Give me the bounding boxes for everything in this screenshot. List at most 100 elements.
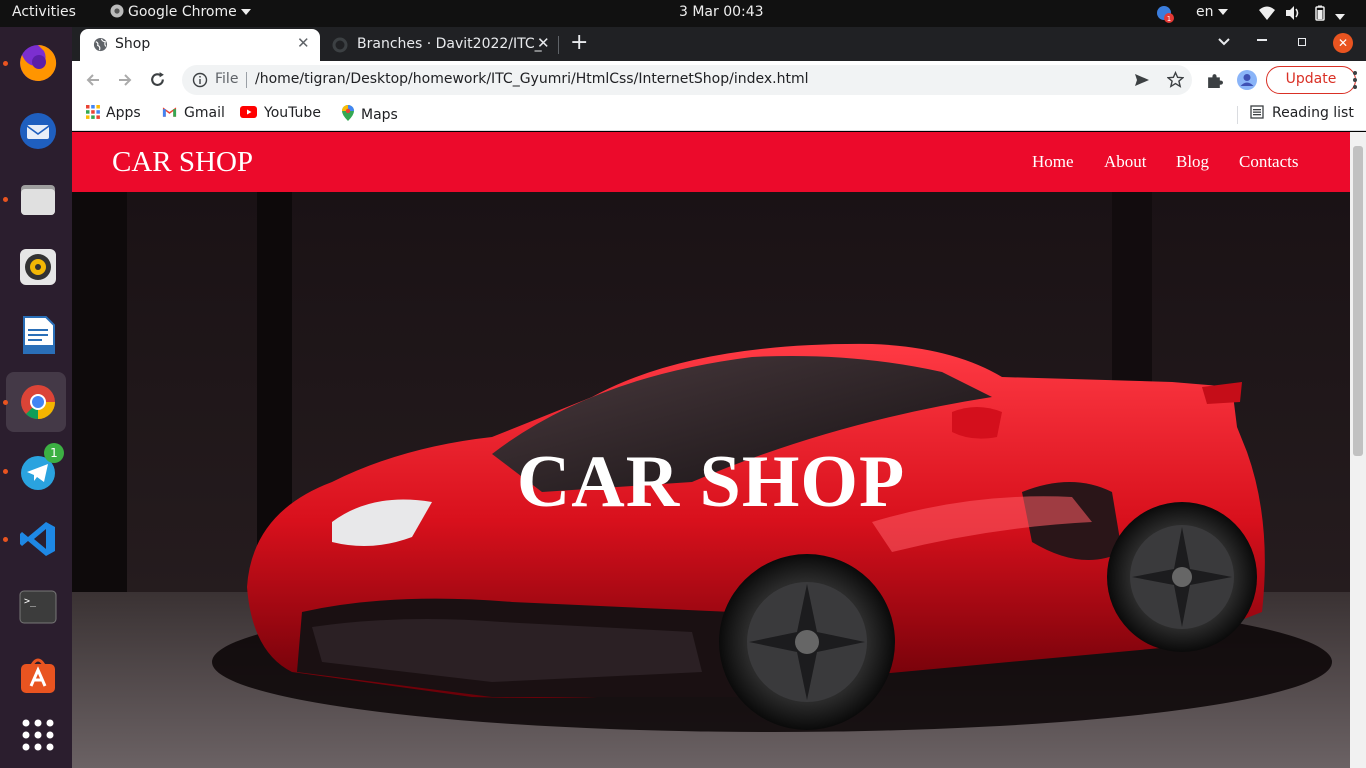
dock-item-show-apps[interactable] bbox=[6, 705, 66, 765]
nav-link-contacts[interactable]: Contacts bbox=[1239, 152, 1299, 172]
close-icon[interactable]: ✕ bbox=[297, 34, 310, 52]
close-window-button[interactable]: ✕ bbox=[1333, 33, 1353, 53]
firefox-icon bbox=[20, 44, 57, 81]
profile-avatar-icon[interactable] bbox=[1236, 69, 1258, 91]
chevron-down-icon bbox=[1335, 14, 1346, 20]
nav-link-blog[interactable]: Blog bbox=[1176, 152, 1209, 172]
dock-item-chrome[interactable] bbox=[3, 372, 66, 432]
tab-search-button[interactable] bbox=[1217, 33, 1231, 52]
dock-item-telegram[interactable]: 1 bbox=[3, 441, 66, 501]
extensions-puzzle-icon[interactable] bbox=[1206, 72, 1223, 89]
vscode-icon bbox=[20, 522, 55, 556]
reading-list-label: Reading list bbox=[1272, 105, 1354, 121]
dock-item-firefox[interactable] bbox=[3, 33, 66, 93]
bookmark-maps[interactable]: Maps bbox=[342, 105, 398, 123]
system-status-menu[interactable] bbox=[1258, 5, 1346, 25]
clock[interactable]: 3 Mar 00:43 bbox=[679, 4, 764, 20]
running-indicator bbox=[3, 469, 8, 474]
bookmark-gmail[interactable]: Gmail bbox=[162, 105, 225, 121]
dock-item-files[interactable] bbox=[3, 169, 66, 229]
running-indicator bbox=[3, 197, 8, 202]
chevron-down-icon bbox=[240, 9, 251, 15]
page-scrollbar[interactable] bbox=[1350, 132, 1366, 768]
new-tab-button[interactable]: + bbox=[570, 30, 588, 55]
tab-branches[interactable]: Branches · Davit2022/ITC_ ✕ bbox=[322, 29, 558, 61]
github-icon bbox=[332, 37, 348, 53]
site-navbar: CAR SHOP Home About Blog Contacts bbox=[72, 132, 1350, 192]
tab-label: Branches · Davit2022/ITC_ bbox=[357, 36, 542, 52]
maps-icon bbox=[342, 105, 354, 121]
nav-link-home[interactable]: Home bbox=[1032, 152, 1074, 172]
info-icon[interactable] bbox=[192, 72, 208, 88]
hero-section: CAR SHOP bbox=[72, 192, 1350, 768]
running-indicator bbox=[3, 61, 8, 66]
url-text[interactable]: /home/tigran/Desktop/homework/ITC_Gyumri… bbox=[255, 71, 808, 87]
reading-list-icon bbox=[1250, 105, 1264, 119]
nav-link-about[interactable]: About bbox=[1104, 152, 1147, 172]
site-brand[interactable]: CAR SHOP bbox=[112, 146, 253, 179]
gmail-icon bbox=[162, 107, 177, 117]
activities-button[interactable]: Activities bbox=[12, 4, 76, 20]
hero-title: CAR SHOP bbox=[516, 441, 906, 523]
scrollbar-thumb[interactable] bbox=[1353, 146, 1363, 456]
youtube-icon bbox=[240, 106, 257, 118]
dock-item-writer[interactable] bbox=[6, 305, 66, 365]
rhythmbox-icon bbox=[20, 249, 56, 285]
bookmarks-separator bbox=[1237, 106, 1238, 124]
send-icon[interactable] bbox=[1134, 73, 1150, 87]
wifi-icon bbox=[1259, 6, 1275, 20]
svg-text:>_: >_ bbox=[24, 596, 37, 607]
back-arrow-icon[interactable] bbox=[85, 72, 101, 88]
tab-separator bbox=[558, 36, 559, 54]
dock-item-vscode[interactable] bbox=[3, 509, 66, 569]
software-center-icon bbox=[21, 658, 55, 693]
terminal-icon: >_ bbox=[19, 590, 57, 624]
show-apps-icon bbox=[22, 719, 54, 751]
running-indicator bbox=[3, 537, 8, 542]
notification-indicator[interactable]: 1 bbox=[1156, 5, 1174, 27]
restore-button[interactable] bbox=[1298, 38, 1306, 46]
notification-count: 1 bbox=[1167, 15, 1171, 23]
reading-list-button[interactable]: Reading list bbox=[1250, 105, 1354, 121]
app-name: Google Chrome bbox=[128, 4, 237, 20]
battery-icon bbox=[1315, 5, 1325, 21]
dock-item-terminal[interactable]: >_ bbox=[6, 577, 66, 637]
bookmark-label: YouTube bbox=[264, 105, 321, 121]
bookmark-apps[interactable]: Apps bbox=[86, 105, 141, 121]
bookmark-label: Gmail bbox=[184, 105, 225, 121]
minimize-button[interactable] bbox=[1257, 39, 1267, 41]
app-menu[interactable]: Google Chrome bbox=[110, 4, 251, 20]
bookmarks-bar: Apps Gmail YouTube Maps Reading list bbox=[72, 99, 1366, 131]
thunderbird-icon bbox=[20, 113, 56, 149]
reload-icon[interactable] bbox=[149, 71, 166, 88]
update-button[interactable]: Update bbox=[1266, 66, 1356, 94]
dock-item-rhythmbox[interactable] bbox=[6, 237, 66, 297]
tab-shop[interactable]: Shop ✕ bbox=[80, 29, 320, 61]
web-page: CAR SHOP Home About Blog Contacts CAR SH… bbox=[72, 132, 1350, 768]
chrome-icon bbox=[21, 385, 55, 419]
volume-icon bbox=[1286, 6, 1299, 20]
tab-strip: Shop ✕ Branches · Davit2022/ITC_ ✕ + ✕ bbox=[72, 27, 1366, 61]
system-top-bar: Activities Google Chrome 3 Mar 00:43 1 e… bbox=[0, 0, 1366, 27]
running-indicator bbox=[3, 400, 8, 405]
language-label: en bbox=[1196, 4, 1214, 20]
libreoffice-writer-icon bbox=[23, 316, 55, 354]
bookmark-youtube[interactable]: YouTube bbox=[240, 105, 321, 121]
url-separator bbox=[246, 72, 247, 88]
bookmark-label: Maps bbox=[361, 107, 398, 123]
chrome-small-icon bbox=[110, 4, 124, 18]
dock: 1 >_ bbox=[0, 27, 72, 768]
close-icon[interactable]: ✕ bbox=[537, 34, 550, 52]
telegram-badge: 1 bbox=[44, 443, 64, 463]
chevron-down-icon bbox=[1217, 9, 1228, 15]
language-selector[interactable]: en bbox=[1196, 4, 1228, 20]
files-icon bbox=[21, 185, 55, 215]
browser-menu-button[interactable] bbox=[1353, 70, 1357, 90]
forward-arrow-icon[interactable] bbox=[117, 72, 133, 88]
star-icon[interactable] bbox=[1167, 71, 1184, 88]
chevron-down-icon bbox=[1218, 38, 1230, 46]
dock-item-thunderbird[interactable] bbox=[6, 101, 66, 161]
address-bar[interactable]: File /home/tigran/Desktop/homework/ITC_G… bbox=[182, 65, 1192, 95]
dock-item-software[interactable] bbox=[6, 645, 66, 705]
bookmark-label: Apps bbox=[106, 105, 141, 121]
